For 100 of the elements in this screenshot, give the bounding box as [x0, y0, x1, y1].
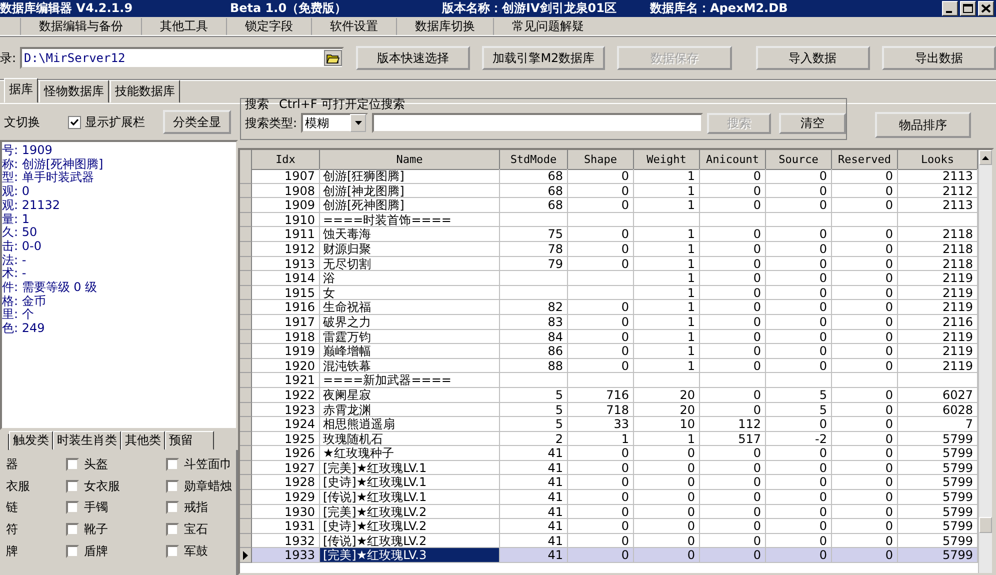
- category-tab[interactable]: 预留: [165, 431, 214, 450]
- column-header[interactable]: StdMode: [500, 150, 568, 170]
- tab[interactable]: 技能数据库: [110, 80, 180, 103]
- table-cell: 玫瑰随机石: [320, 432, 500, 446]
- table-cell: 0: [832, 432, 898, 446]
- table-cell: 创游[神龙图腾]: [320, 184, 500, 198]
- table-cell: 82: [500, 300, 568, 315]
- table-cell: 0: [766, 286, 832, 300]
- empty-cell: [634, 373, 700, 388]
- table-cell: 718: [568, 402, 634, 418]
- category-tab[interactable]: 其他类: [121, 431, 165, 450]
- tab[interactable]: 据库: [4, 78, 38, 103]
- version-name: 版本名称：创游IV剑引龙泉01区: [442, 0, 618, 17]
- column-header[interactable]: Name: [320, 150, 500, 170]
- table-cell: 0: [832, 548, 898, 564]
- table-cell: 0: [832, 417, 898, 432]
- table-cell: 2: [500, 432, 568, 446]
- table-cell: 88: [500, 358, 568, 374]
- table-cell: 0: [634, 519, 700, 534]
- table-cell: 0: [700, 519, 766, 534]
- menu-item[interactable]: 软件设置: [311, 18, 396, 34]
- table-cell: 0: [634, 460, 700, 476]
- menu-item[interactable]: 锁定字段: [226, 18, 311, 34]
- row-header[interactable]: [240, 548, 252, 564]
- table-cell: 1: [634, 358, 700, 374]
- detail-line: 法: -: [2, 254, 28, 267]
- table-cell: 0: [766, 256, 832, 272]
- search-button[interactable]: 清空: [778, 112, 846, 134]
- extension-checkbox[interactable]: 显示扩展栏: [68, 114, 163, 130]
- empty-cell: [832, 373, 898, 388]
- table-cell: 1: [634, 330, 700, 344]
- table-cell: 1915: [252, 286, 320, 300]
- close-icon[interactable]: [978, 1, 994, 16]
- maximize-icon[interactable]: [960, 1, 976, 16]
- toolbar-button[interactable]: 导入数据: [756, 46, 870, 70]
- checkmark-icon: [70, 118, 79, 126]
- table-cell: 1: [634, 184, 700, 198]
- table-cell: 75: [500, 227, 568, 242]
- empty-cell: [500, 271, 568, 286]
- table-cell: ★红玫瑰种子: [320, 446, 500, 461]
- table-cell: 0: [568, 242, 634, 257]
- table-cell: 68: [500, 184, 568, 198]
- table-cell: 0: [832, 300, 898, 315]
- column-header[interactable]: Source: [766, 150, 832, 170]
- folder-icon[interactable]: [324, 50, 342, 66]
- detail-line: 观: 0: [2, 185, 30, 199]
- table-cell: ====新加武器====: [320, 373, 500, 388]
- tab[interactable]: 怪物数据库: [39, 80, 109, 103]
- show-all-button[interactable]: 分类全显: [163, 110, 231, 134]
- column-header[interactable]: Anicount: [700, 150, 766, 170]
- empty-cell: [634, 212, 700, 228]
- table-cell: 1910: [252, 212, 320, 228]
- toolbar-button[interactable]: 版本快速选择: [356, 46, 470, 70]
- scroll-up-icon[interactable]: [979, 150, 992, 165]
- category-checkbox[interactable]: 戒指: [166, 497, 234, 519]
- table-cell: 0: [766, 446, 832, 461]
- category-checkbox[interactable]: 手镯: [66, 497, 166, 519]
- table-cell: 10: [634, 417, 700, 432]
- column-header[interactable]: Shape: [568, 150, 634, 170]
- category-checkbox[interactable]: 宝石: [166, 518, 234, 540]
- detail-line: 称: 创游[死神图腾]: [2, 158, 104, 171]
- table-cell: 财源归聚: [320, 242, 500, 257]
- toolbar-button[interactable]: 加载引擎M2数据库: [482, 46, 606, 70]
- menu-item[interactable]: 常见问题解疑: [493, 18, 602, 34]
- category-tab[interactable]: 时装生肖类: [53, 431, 121, 450]
- table-cell: 0: [766, 300, 832, 315]
- table-cell: 1924: [252, 417, 320, 432]
- path-field[interactable]: D:\MirServer12: [20, 47, 344, 69]
- toolbar-button[interactable]: 导出数据: [882, 46, 996, 70]
- scroll-thumb[interactable]: [979, 517, 992, 533]
- category-checkbox[interactable]: 靴子: [66, 518, 166, 540]
- table-cell: 79: [500, 256, 568, 272]
- category-checkbox[interactable]: 斗笠面巾: [166, 454, 234, 476]
- column-header[interactable]: Idx: [252, 150, 320, 170]
- category-checkbox[interactable]: 盾牌: [66, 540, 166, 562]
- menu-item[interactable]: 其他工具: [141, 18, 226, 34]
- table-cell: [史诗]★红玫瑰LV.2: [320, 519, 500, 534]
- table-cell: 0: [568, 358, 634, 374]
- menu-item[interactable]: 数据库切换: [396, 18, 493, 34]
- category-checkbox[interactable]: 头盔: [66, 454, 166, 476]
- category-checkbox[interactable]: 勋章蜡烛: [166, 476, 234, 498]
- table-cell: 1: [568, 432, 634, 446]
- minimize-icon[interactable]: [942, 1, 958, 16]
- search-field[interactable]: [372, 113, 704, 133]
- category-tab[interactable]: 触发类: [9, 431, 53, 450]
- table-cell: 716: [568, 388, 634, 402]
- sort-button[interactable]: 物品排序: [875, 112, 971, 138]
- table-cell: 1918: [252, 330, 320, 344]
- table-cell: 1913: [252, 256, 320, 272]
- table-cell: 0: [832, 490, 898, 505]
- category-checkbox[interactable]: 军鼓: [166, 540, 234, 562]
- table-cell: [传说]★红玫瑰LV.1: [320, 490, 500, 505]
- table-cell: 41: [500, 548, 568, 564]
- column-header[interactable]: Reserved: [832, 150, 898, 170]
- empty-cell: [500, 373, 568, 388]
- column-header[interactable]: Weight: [634, 150, 700, 170]
- search-type-dropdown[interactable]: 模糊: [301, 113, 368, 133]
- category-checkbox[interactable]: 女衣服: [66, 476, 166, 498]
- menu-item[interactable]: 数据编辑与备份: [20, 18, 141, 34]
- table-cell: 1: [634, 169, 700, 184]
